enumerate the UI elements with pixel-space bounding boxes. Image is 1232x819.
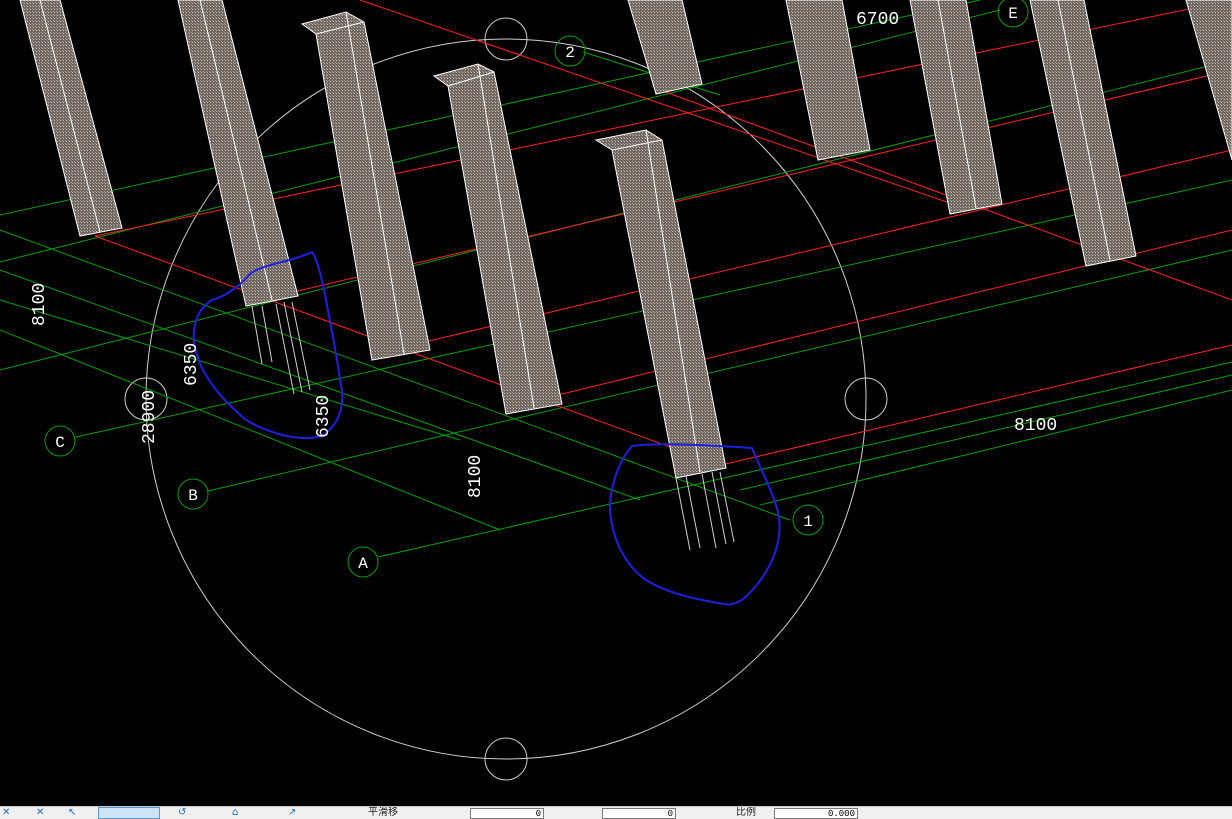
column-9[interactable] xyxy=(1029,0,1137,267)
bubble-B-label: B xyxy=(188,487,198,505)
column-5[interactable] xyxy=(594,129,727,479)
dim-6700: 6700 xyxy=(856,10,899,30)
column-8[interactable] xyxy=(909,0,1003,215)
dim-8100-right: 8100 xyxy=(1014,416,1057,436)
bubble-E-label: E xyxy=(1008,5,1018,23)
bubble-2-label: 2 xyxy=(565,44,575,62)
arrow-icon[interactable]: ↖ xyxy=(68,807,76,819)
rebar-left-1 xyxy=(251,305,263,365)
status-bar: ✕ ✕ ↖ ↺ ⌂ ↗ 平滑移 0 0 比例 0.000 xyxy=(0,806,1232,819)
column-6[interactable] xyxy=(627,0,703,95)
rebar-right-4 xyxy=(711,471,727,545)
rebar-right-1 xyxy=(675,477,691,551)
pan-mode-button[interactable] xyxy=(98,807,160,819)
rebar-left-5 xyxy=(291,301,311,391)
rebar-left-4 xyxy=(283,301,303,393)
axis-line-g xyxy=(739,374,1232,491)
bubble-A-label: A xyxy=(358,555,368,573)
rebar-right-2 xyxy=(685,475,701,549)
columns xyxy=(19,0,1232,479)
dimension-labels: 6700 8100 8100 6350 6350 28900 8100 xyxy=(30,10,1057,498)
rotate-icon[interactable]: ↺ xyxy=(178,807,186,819)
home-icon[interactable]: ⌂ xyxy=(232,807,238,819)
cad-viewport[interactable]: 2 E C B A 1 6700 8100 8100 6350 6350 289… xyxy=(0,0,1232,806)
pan-label: 平滑移 xyxy=(368,807,398,818)
scale-label: 比例 xyxy=(736,807,756,818)
scale-value-input[interactable]: 0.000 xyxy=(774,808,858,819)
pan-value-input-2[interactable]: 0 xyxy=(602,808,676,819)
beam-line-7 xyxy=(699,344,1232,471)
rebar-left-3 xyxy=(275,303,295,395)
column-4[interactable] xyxy=(432,63,563,415)
dim-8100-left: 8100 xyxy=(30,283,50,326)
column-2[interactable] xyxy=(177,0,299,307)
cross-select-icon[interactable]: ✕ xyxy=(36,807,44,819)
arrow-right-icon[interactable]: ↗ xyxy=(288,807,296,819)
dim-6350-b: 6350 xyxy=(314,395,334,438)
select-icon[interactable]: ✕ xyxy=(2,807,10,819)
dim-28900: 28900 xyxy=(140,390,160,444)
bubble-C-label: C xyxy=(55,434,65,452)
column-3[interactable] xyxy=(300,11,431,361)
bubble-1-label: 1 xyxy=(803,513,813,531)
rebar-left-2 xyxy=(261,305,273,363)
axis-line-h xyxy=(759,389,1232,506)
dim-8100-mid: 8100 xyxy=(466,455,486,498)
dim-6350-a: 6350 xyxy=(182,343,202,386)
pan-value-input-1[interactable]: 0 xyxy=(470,808,544,819)
rebar-right-5 xyxy=(719,471,735,543)
column-10[interactable] xyxy=(1185,0,1232,161)
rebar-right-3 xyxy=(701,473,717,549)
